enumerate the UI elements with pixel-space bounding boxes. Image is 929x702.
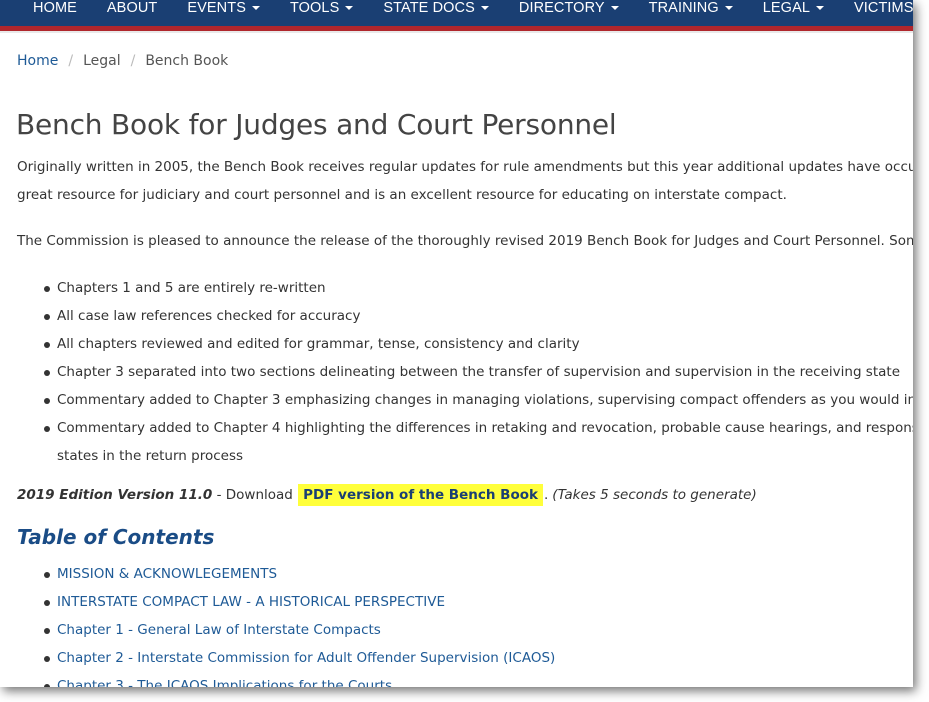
- toc-link[interactable]: MISSION & ACKNOWLEGEMENTS: [17, 560, 555, 588]
- toc-link[interactable]: INTERSTATE COMPACT LAW - A HISTORICAL PE…: [17, 588, 555, 616]
- edition-label: 2019 Edition Version 11.0: [17, 487, 213, 503]
- generate-note: (Takes 5 seconds to generate): [552, 487, 757, 503]
- nav-item-legal[interactable]: LEGAL: [763, 0, 824, 16]
- breadcrumb-home-link[interactable]: Home: [17, 53, 58, 69]
- nav-item-directory[interactable]: DIRECTORY: [519, 0, 619, 16]
- period: .: [544, 487, 549, 503]
- nav-item-home[interactable]: HOME: [33, 0, 77, 16]
- nav-item-label: EVENTS: [187, 0, 246, 16]
- nav-item-label: TOOLS: [289, 0, 340, 16]
- changes-list: Chapters 1 and 5 are entirely re-written…: [17, 274, 913, 470]
- toc-link[interactable]: Chapter 2 - Interstate Commission for Ad…: [17, 644, 555, 672]
- list-item: Chapters 1 and 5 are entirely re-written: [17, 274, 913, 302]
- caret-down-icon: [480, 6, 489, 10]
- nav-item-tools[interactable]: TOOLS: [289, 0, 354, 16]
- list-item: Chapter 3 separated into two sections de…: [17, 358, 913, 386]
- toc-link[interactable]: Chapter 3 - The ICAOS Implications for t…: [17, 672, 555, 687]
- breadcrumb-separator: /: [68, 53, 74, 69]
- nav-divider: [0, 31, 913, 33]
- nav-item-label: HOME: [33, 0, 77, 16]
- browser-page: HOME ABOUT EVENTS TOOLS STATE DOCS DIRECTORY T…: [0, 0, 913, 687]
- main-nav: HOME ABOUT EVENTS TOOLS STATE DOCS DIRECTORY T…: [0, 0, 913, 31]
- breadcrumb: Home / Legal / Bench Book: [17, 53, 228, 69]
- nav-item-label: VICTIMS: [854, 0, 913, 16]
- caret-down-icon: [610, 6, 619, 10]
- nav-item-state-docs[interactable]: STATE DOCS: [383, 0, 489, 16]
- edition-line: 2019 Edition Version 11.0 - Download PDF…: [17, 483, 757, 507]
- page-title: Bench Book for Judges and Court Personne…: [16, 108, 617, 141]
- nav-item-training[interactable]: TRAINING: [649, 0, 733, 16]
- breadcrumb-legal[interactable]: Legal: [83, 53, 121, 69]
- list-item: All chapters reviewed and edited for gra…: [17, 330, 913, 358]
- toc-link[interactable]: Chapter 1 - General Law of Interstate Co…: [17, 616, 555, 644]
- download-text: - Download: [212, 487, 298, 503]
- breadcrumb-separator: /: [130, 53, 136, 69]
- nav-item-label: ABOUT: [106, 0, 158, 16]
- breadcrumb-current: Bench Book: [145, 53, 229, 69]
- intro-paragraph-line-1: Originally written in 2005, the Bench Bo…: [17, 159, 913, 175]
- list-item: Commentary added to Chapter 3 emphasizin…: [17, 386, 913, 414]
- toc-list: MISSION & ACKNOWLEGEMENTS INTERSTATE COMP…: [17, 560, 555, 687]
- nav-item-victims[interactable]: VICTIMS: [854, 0, 913, 16]
- nav-item-label: STATE DOCS: [383, 0, 475, 16]
- caret-down-icon: [816, 6, 824, 10]
- nav-item-events[interactable]: EVENTS: [187, 0, 260, 16]
- nav-items: HOME ABOUT EVENTS TOOLS STATE DOCS DIRECTORY T…: [33, 0, 913, 17]
- nav-item-label: TRAINING: [648, 0, 719, 16]
- nav-item-label: LEGAL: [762, 0, 810, 16]
- toc-heading: Table of Contents: [17, 525, 215, 549]
- caret-down-icon: [345, 6, 354, 10]
- list-item: Commentary added to Chapter 4 highlighti…: [17, 414, 913, 442]
- list-item-continuation: states in the return process: [57, 448, 244, 464]
- nav-item-about[interactable]: ABOUT: [107, 0, 157, 16]
- caret-down-icon: [251, 6, 260, 10]
- release-paragraph: The Commission is pleased to announce th…: [17, 233, 913, 249]
- pdf-download-link[interactable]: PDF version of the Bench Book: [298, 484, 543, 506]
- nav-item-label: DIRECTORY: [518, 0, 605, 16]
- intro-paragraph-line-2: great resource for judiciary and court p…: [17, 187, 787, 203]
- list-item: All case law references checked for accu…: [17, 302, 913, 330]
- caret-down-icon: [724, 6, 733, 10]
